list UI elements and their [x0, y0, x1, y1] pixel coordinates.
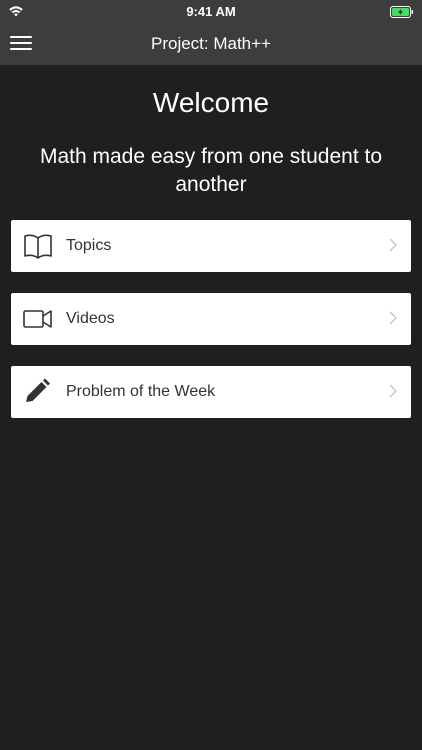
problem-of-the-week-label: Problem of the Week: [66, 383, 216, 400]
chevron-right-icon: [389, 384, 398, 403]
problem-of-the-week-button[interactable]: Problem of the Week: [11, 366, 411, 418]
chevron-right-icon: [389, 311, 398, 330]
nav-title: Project: Math++: [150, 34, 271, 53]
chevron-right-icon: [389, 238, 398, 257]
book-icon: [23, 232, 53, 260]
videos-button[interactable]: Videos: [11, 293, 411, 345]
videos-label: Videos: [66, 310, 115, 327]
welcome-heading: Welcome: [152, 87, 270, 118]
video-camera-icon: [23, 305, 53, 333]
topics-button[interactable]: Topics: [11, 220, 411, 272]
battery-charging-icon: [390, 5, 414, 23]
pencil-icon: [23, 378, 53, 406]
status-bar: 9:41 AM: [0, 0, 422, 22]
topics-label: Topics: [66, 237, 112, 254]
navigation-bar: Project: Math++: [0, 22, 422, 65]
status-time: 9:41 AM: [186, 4, 236, 19]
subtitle-text: Math made easy from one student to anoth…: [39, 145, 383, 196]
